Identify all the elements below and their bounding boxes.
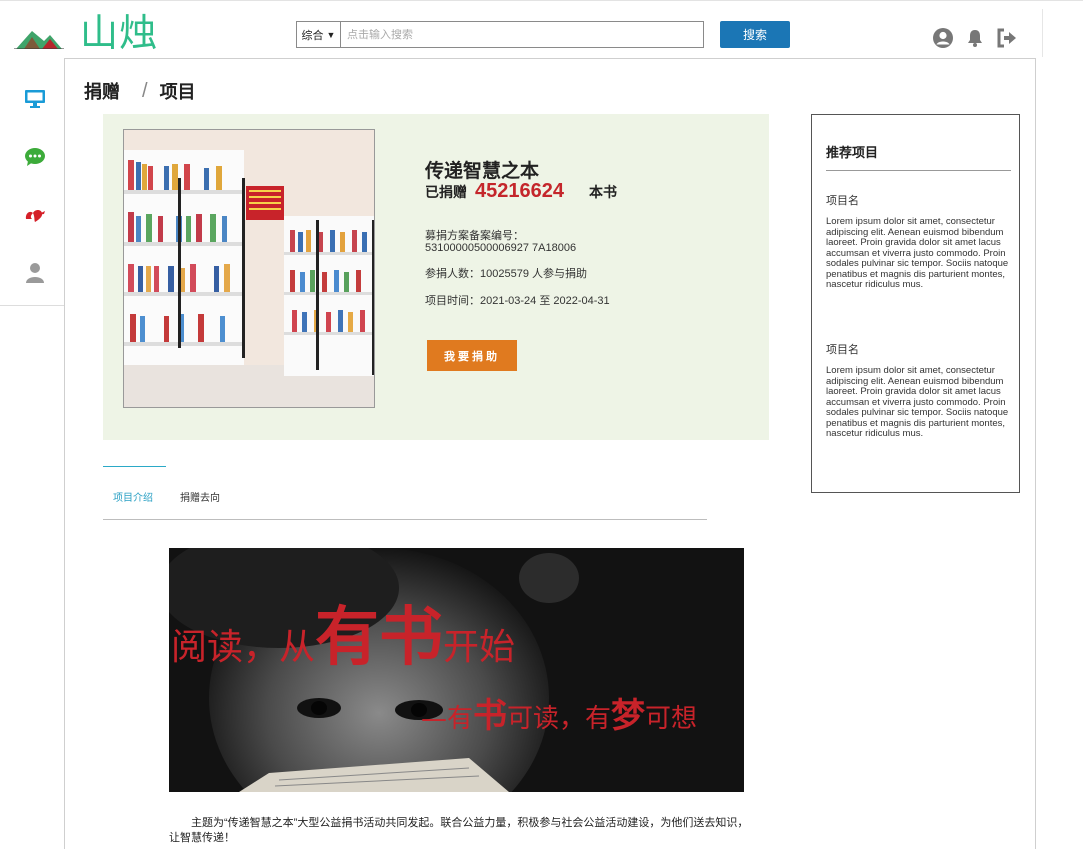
bookshelf-photo	[123, 129, 375, 408]
search-button[interactable]: 搜索	[720, 21, 790, 48]
donated-count: 45216624	[475, 180, 564, 202]
search-category-select[interactable]: 综合 ▼	[297, 22, 341, 47]
donated-label: 已捐赠	[425, 184, 467, 200]
record-number: 53100000500006927 7A18006	[425, 242, 577, 254]
tab-donation-whereabouts[interactable]: 捐赠去向	[180, 489, 220, 504]
project-card: 传递智慧之本 已捐赠 45216624 本书 募捐方案备案编号： 5310000…	[103, 114, 769, 440]
project-intro-text: 主题为“传递智慧之本”大型公益捐书活动共同发起。联合公益力量，积极参与社会公益活…	[169, 817, 749, 844]
banner-text-book: 书	[473, 696, 508, 736]
header-actions	[932, 27, 1018, 49]
project-title: 传递智慧之本	[425, 161, 540, 182]
breadcrumb-separator: /	[142, 79, 148, 102]
search-category-label: 综合	[301, 29, 324, 42]
banner-text-have-books: 有书	[315, 601, 444, 675]
recommend-item-name[interactable]: 项目名	[826, 341, 859, 357]
recommend-divider	[826, 170, 1011, 171]
banner-text-readable: 可读，有	[507, 704, 612, 734]
breadcrumb-project[interactable]: 项目	[160, 78, 196, 104]
recommend-item-desc: Lorem ipsum dolor sit amet, consectetur …	[826, 365, 1009, 439]
recommend-title: 推荐项目	[826, 145, 879, 160]
charity-icon[interactable]	[22, 202, 48, 228]
bell-icon[interactable]	[964, 27, 986, 49]
donated-unit: 本书	[588, 184, 617, 200]
chat-icon[interactable]	[22, 144, 48, 170]
project-period: 项目时间：2021-03-24 至 2022-04-31	[425, 295, 610, 307]
search-bar: 综合 ▼	[296, 21, 704, 48]
recommend-item-name[interactable]: 项目名	[826, 192, 859, 208]
brand-name[interactable]: 山烛	[80, 11, 158, 55]
user-icon[interactable]	[22, 260, 48, 286]
breadcrumb: 捐赠 / 项目	[84, 78, 196, 104]
tab-divider	[103, 519, 707, 520]
user-circle-icon[interactable]	[932, 27, 954, 49]
breadcrumb-donate[interactable]: 捐赠	[84, 78, 120, 104]
sign-out-icon[interactable]	[996, 27, 1018, 49]
banner-slogan-line1: 阅读，从 有书 开始	[171, 586, 515, 678]
reading-banner: 阅读，从 有书 开始 —有 书 可读，有 梦 可想	[169, 548, 744, 792]
banner-slogan-line2: —有 书 可读，有 梦 可想	[421, 688, 697, 737]
banner-text-start: 开始	[443, 627, 516, 668]
chevron-down-icon: ▼	[326, 29, 336, 40]
search-input[interactable]	[341, 28, 703, 41]
left-sidebar	[0, 58, 64, 306]
donate-button[interactable]: 我要捐助	[427, 340, 517, 371]
banner-text-imaginable: 可想	[645, 704, 698, 734]
tab-active-indicator	[103, 466, 166, 467]
banner-text-read-from: 阅读，从	[171, 627, 316, 668]
tab-project-intro[interactable]: 项目介绍	[113, 489, 153, 504]
header-divider	[1042, 9, 1043, 57]
recommend-panel: 推荐项目 项目名 Lorem ipsum dolor sit amet, con…	[811, 114, 1020, 493]
banner-text-dream: 梦	[611, 696, 646, 736]
mountain-logo-icon[interactable]	[14, 23, 64, 49]
donated-summary: 已捐赠 45216624 本书	[425, 180, 617, 203]
participants-info: 参捐人数：10025579 人参与捐助	[425, 268, 587, 280]
monitor-icon[interactable]	[22, 86, 48, 112]
recommend-item-desc: Lorem ipsum dolor sit amet, consectetur …	[826, 216, 1009, 290]
banner-text-dash-have: —有	[421, 704, 474, 734]
top-header: 山烛 综合 ▼ 搜索	[0, 0, 1083, 58]
